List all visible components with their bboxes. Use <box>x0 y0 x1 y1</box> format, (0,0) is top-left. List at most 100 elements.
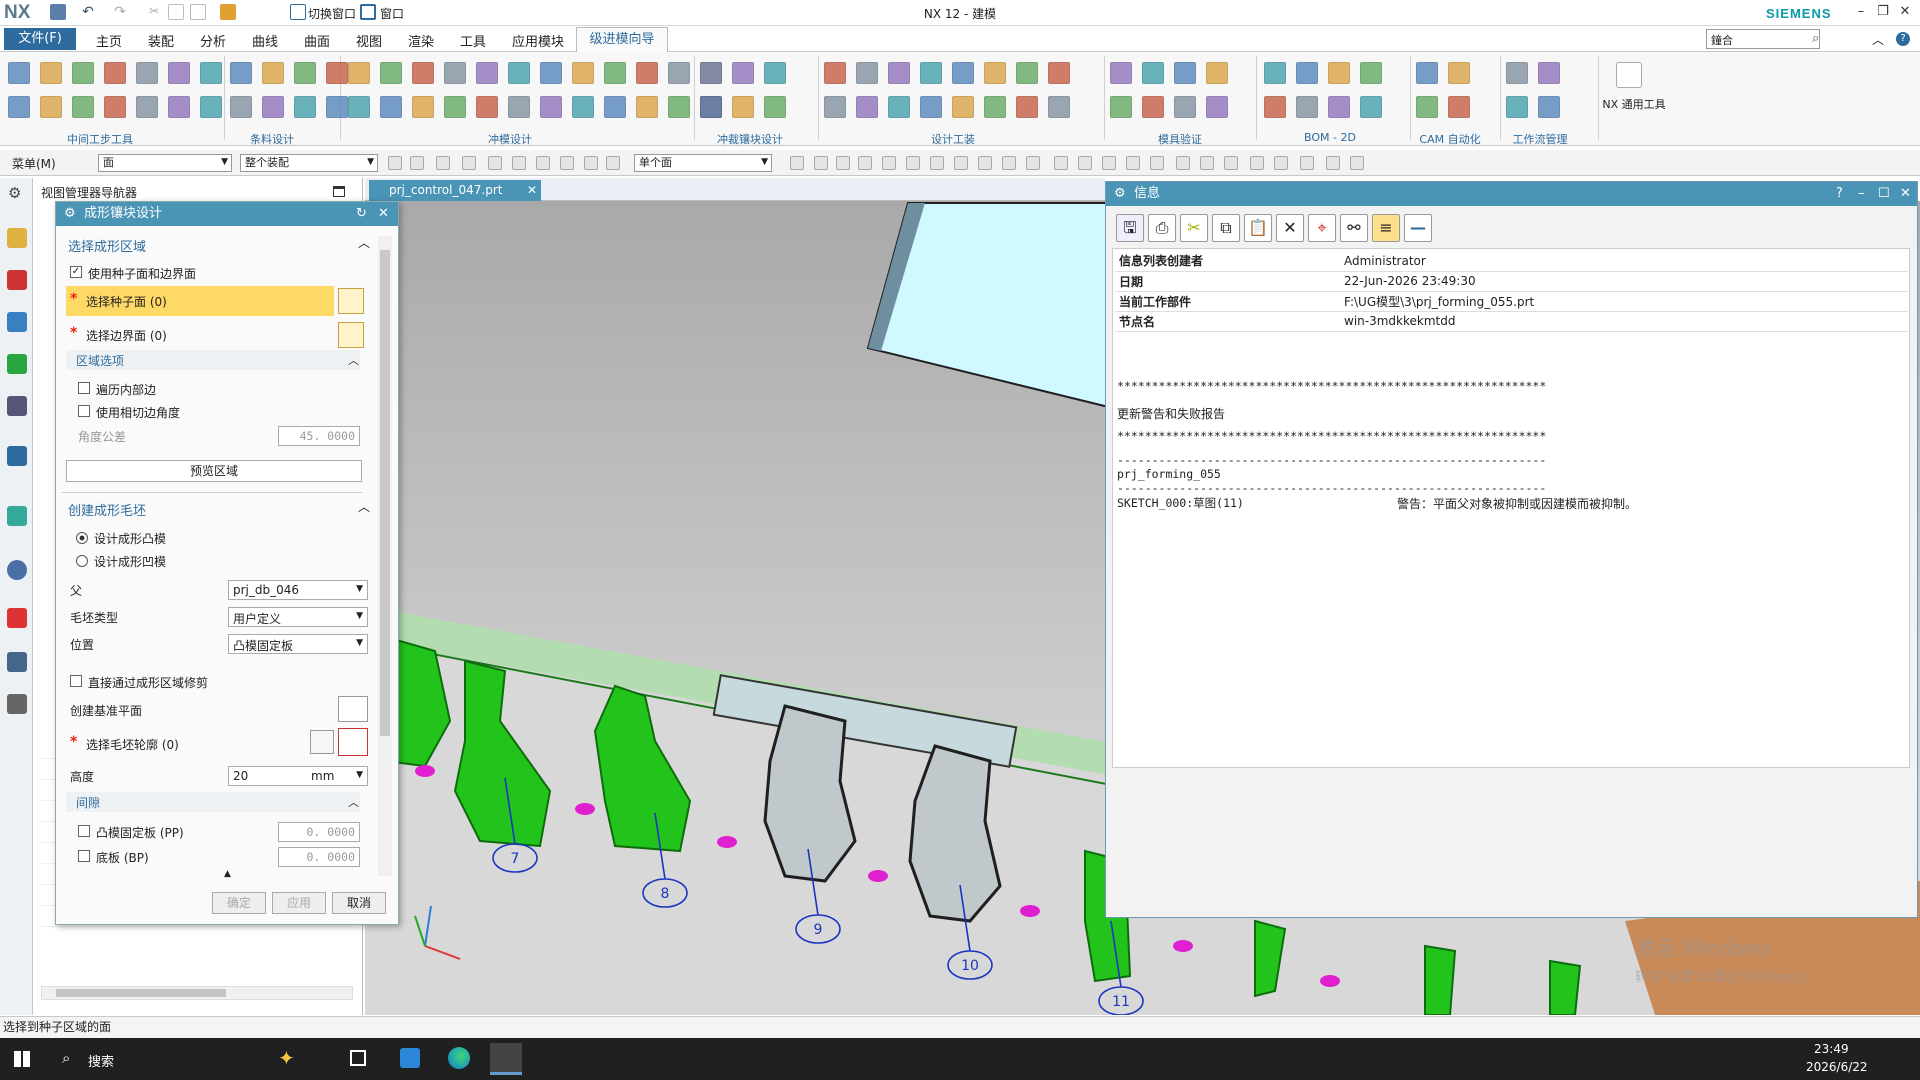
design-die-radio[interactable] <box>76 555 88 567</box>
selection-tool-icon[interactable] <box>978 156 992 170</box>
ribbon-tool-icon[interactable] <box>230 62 252 84</box>
nx-taskbar-icon[interactable] <box>490 1043 522 1075</box>
ribbon-tool-icon[interactable] <box>1296 96 1318 118</box>
ribbon-tool-icon[interactable] <box>444 62 466 84</box>
selection-tool-icon[interactable] <box>930 156 944 170</box>
ribbon-tool-icon[interactable] <box>136 96 158 118</box>
ribbon-tool-icon[interactable] <box>604 62 626 84</box>
ribbon-tool-icon[interactable] <box>856 62 878 84</box>
face-rule-dropdown[interactable]: 单个面 ▼ <box>634 154 772 172</box>
ribbon-tool-icon[interactable] <box>40 62 62 84</box>
ribbon-tool-icon[interactable] <box>72 96 94 118</box>
selection-tool-icon[interactable] <box>836 156 850 170</box>
ribbon-tool-icon[interactable] <box>8 62 30 84</box>
selection-tool-icon[interactable] <box>1274 156 1288 170</box>
ribbon-tool-icon[interactable] <box>824 96 846 118</box>
region-collapse-icon[interactable]: ︿ <box>348 352 359 368</box>
ribbon-tool-icon[interactable] <box>1110 62 1132 84</box>
ribbon-tool-icon[interactable] <box>1328 96 1350 118</box>
assembly-navigator-icon[interactable] <box>7 228 27 248</box>
parent-dropdown[interactable]: prj_db_046 ▼ <box>228 580 368 600</box>
ribbon-tool-icon[interactable] <box>984 96 1006 118</box>
ribbon-tool-icon[interactable] <box>200 96 222 118</box>
store-icon[interactable] <box>400 1048 420 1068</box>
ribbon-tool-icon[interactable] <box>104 62 126 84</box>
ribbon-tool-icon[interactable] <box>294 96 316 118</box>
hd3d-icon[interactable] <box>7 446 27 466</box>
selection-tool-icon[interactable] <box>388 156 402 170</box>
ribbon-tool-icon[interactable] <box>476 96 498 118</box>
select-outline-label[interactable]: 选择毛坯轮廓 (0) <box>86 736 179 753</box>
ribbon-tool-icon[interactable] <box>920 96 942 118</box>
selection-tool-icon[interactable] <box>858 156 872 170</box>
widgets-sparkle-icon[interactable]: ✦ <box>278 1046 295 1070</box>
ribbon-tool-icon[interactable] <box>262 62 284 84</box>
bp-checkbox[interactable] <box>78 850 90 862</box>
selection-tool-icon[interactable] <box>536 156 550 170</box>
ribbon-tool-icon[interactable] <box>1048 62 1070 84</box>
ribbon-tool-icon[interactable] <box>412 96 434 118</box>
ribbon-tool-icon[interactable] <box>412 62 434 84</box>
history-icon[interactable] <box>7 560 27 580</box>
system-materials-icon[interactable] <box>7 608 27 628</box>
ribbon-tool-icon[interactable] <box>380 62 402 84</box>
part-navigator-icon[interactable] <box>7 312 27 332</box>
ribbon-tool-icon[interactable] <box>1110 96 1132 118</box>
pp-checkbox[interactable] <box>78 825 90 837</box>
help-icon[interactable]: ? <box>1896 32 1910 46</box>
apply-button[interactable]: 应用 <box>272 892 326 914</box>
ribbon-tool-icon[interactable] <box>1448 62 1470 84</box>
use-tangent-checkbox[interactable] <box>78 405 90 417</box>
edge-icon[interactable] <box>448 1047 470 1069</box>
design-punch-radio[interactable] <box>76 532 88 544</box>
section-create-blank[interactable]: 创建成形毛坯 <box>68 500 146 519</box>
ribbon-tool-icon[interactable] <box>604 96 626 118</box>
ribbon-tool-icon[interactable] <box>326 96 348 118</box>
ribbon-tool-icon[interactable] <box>984 62 1006 84</box>
ribbon-tool-icon[interactable] <box>1360 62 1382 84</box>
preview-region-button[interactable]: 预览区域 <box>66 460 362 482</box>
boundary-face-cube-icon[interactable] <box>338 322 364 348</box>
scope-dropdown[interactable]: 整个装配 ▼ <box>240 154 378 172</box>
menu-applications[interactable]: 应用模块 <box>512 31 564 50</box>
selection-tool-icon[interactable] <box>1300 156 1314 170</box>
selection-tool-icon[interactable] <box>882 156 896 170</box>
ribbon-tool-icon[interactable] <box>824 62 846 84</box>
selection-tool-icon[interactable] <box>1126 156 1140 170</box>
file-menu[interactable]: 文件(F) <box>4 28 76 50</box>
find-icon[interactable]: ⌖ <box>1308 214 1336 242</box>
menu-render[interactable]: 渲染 <box>408 31 434 50</box>
restore-icon[interactable]: ❐ <box>1874 3 1892 21</box>
selection-tool-icon[interactable] <box>1054 156 1068 170</box>
selection-tool-icon[interactable] <box>1002 156 1016 170</box>
seed-face-cube-icon[interactable] <box>338 288 364 314</box>
selection-tool-icon[interactable] <box>1250 156 1264 170</box>
menu-surface[interactable]: 曲面 <box>304 31 330 50</box>
selection-tool-icon[interactable] <box>560 156 574 170</box>
section-select-region[interactable]: 选择成形区域 <box>68 236 146 255</box>
constraint-navigator-icon[interactable] <box>7 270 27 290</box>
ribbon-tool-icon[interactable] <box>764 96 786 118</box>
ribbon-tool-icon[interactable] <box>1174 96 1196 118</box>
ribbon-tool-icon[interactable] <box>1538 96 1560 118</box>
process-studio-icon[interactable] <box>7 652 27 672</box>
nx-general-tools-icon[interactable] <box>1616 62 1642 88</box>
sketch-icon[interactable] <box>310 730 334 754</box>
menu-home[interactable]: 主页 <box>96 31 122 50</box>
ribbon-tool-icon[interactable] <box>230 96 252 118</box>
curve-select-icon[interactable] <box>338 728 368 756</box>
ribbon-tool-icon[interactable] <box>952 62 974 84</box>
ribbon-tool-icon[interactable] <box>636 96 658 118</box>
datum-plane-icon[interactable] <box>338 696 368 722</box>
selection-tool-icon[interactable] <box>954 156 968 170</box>
collapse-icon[interactable]: — <box>1404 214 1432 242</box>
ribbon-tool-icon[interactable] <box>294 62 316 84</box>
menu-view[interactable]: 视图 <box>356 31 382 50</box>
ribbon-tool-icon[interactable] <box>1264 62 1286 84</box>
use-seed-checkbox[interactable]: ✓ <box>70 266 82 278</box>
ribbon-tool-icon[interactable] <box>348 62 370 84</box>
ribbon-tool-icon[interactable] <box>764 62 786 84</box>
ribbon-tool-icon[interactable] <box>104 96 126 118</box>
ribbon-tool-icon[interactable] <box>326 62 348 84</box>
reuse-library-icon[interactable] <box>7 354 27 374</box>
